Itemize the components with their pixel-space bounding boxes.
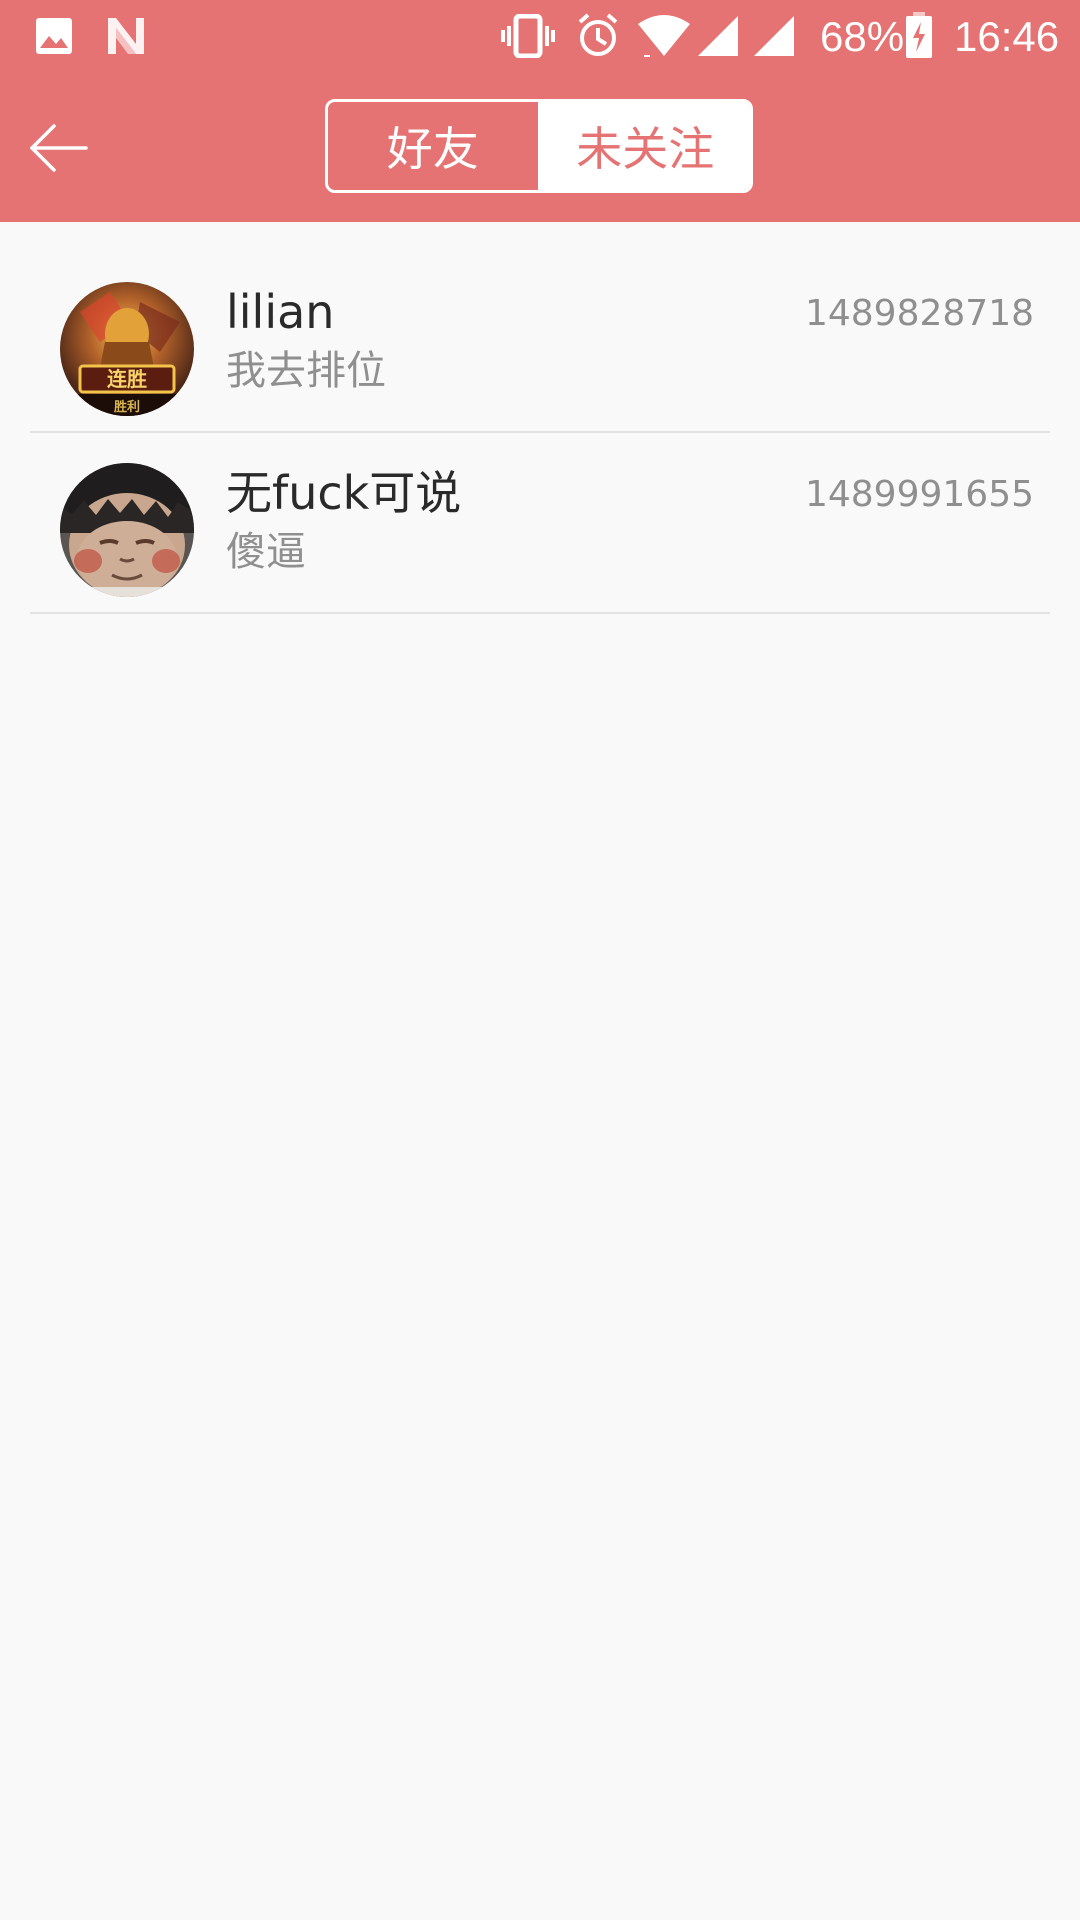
status-bar: 68% 16:46 — [0, 0, 1080, 74]
contact-name: 无fuck可说 — [226, 466, 462, 520]
contact-list: 连胜 胜利 lilian 我去排位 1489828718 无fuck可说 傻逼 … — [0, 222, 1080, 614]
avatar[interactable] — [60, 463, 194, 597]
battery-percentage: 68% — [820, 13, 905, 60]
alarm-icon — [578, 13, 618, 56]
contact-timestamp: 1489991655 — [804, 474, 1034, 515]
battery-charging-icon — [906, 12, 932, 58]
signal-icon — [698, 16, 738, 56]
clock: 16:46 — [954, 13, 1060, 60]
wifi-icon — [638, 15, 690, 57]
contact-message: 我去排位 — [226, 348, 386, 394]
image-icon — [36, 18, 72, 54]
vibrate-icon — [501, 14, 555, 58]
arrow-left-icon[interactable] — [20, 110, 96, 186]
avatar-badge-bottom: 胜利 — [114, 399, 140, 415]
contact-message: 傻逼 — [226, 529, 306, 575]
notification-n-icon — [108, 18, 144, 54]
list-item[interactable]: 连胜 胜利 lilian 我去排位 1489828718 — [0, 222, 1080, 433]
contact-name: lilian — [226, 285, 335, 339]
signal-icon — [754, 16, 794, 56]
tab-friends[interactable]: 好友 — [328, 102, 541, 190]
tab-switcher: 好友 未关注 — [325, 99, 753, 193]
list-item[interactable]: 无fuck可说 傻逼 1489991655 — [0, 433, 1080, 614]
tab-unfollowed[interactable]: 未关注 — [540, 102, 750, 190]
contact-timestamp: 1489828718 — [804, 293, 1034, 334]
avatar[interactable]: 连胜 胜利 — [60, 282, 194, 416]
toolbar: 好友 未关注 — [0, 74, 1080, 222]
avatar-badge-top: 连胜 — [107, 367, 147, 391]
divider — [30, 612, 1050, 614]
